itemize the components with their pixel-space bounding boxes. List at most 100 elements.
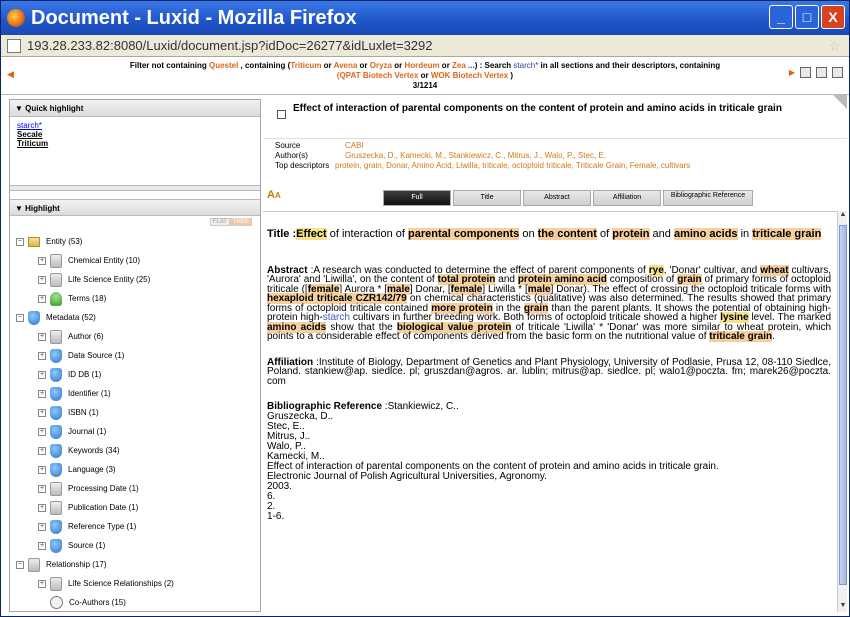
expand-icon[interactable]: + — [38, 332, 46, 341]
tree-item[interactable]: + Identifier (1) — [16, 384, 260, 403]
expand-icon[interactable]: + — [38, 522, 46, 531]
previous-doc-arrow-icon[interactable]: ◀ — [7, 69, 14, 79]
filter-term: Oryza — [369, 61, 392, 70]
green-category-icon — [50, 291, 62, 306]
next-doc-arrow-icon[interactable]: ▶ — [789, 68, 795, 78]
select-document-checkbox[interactable] — [277, 110, 286, 119]
quick-highlight-item[interactable]: Triticum — [17, 139, 253, 148]
address-url[interactable]: 193.28.233.82:8080/Luxid/document.jsp?id… — [27, 38, 433, 53]
expand-icon[interactable]: + — [38, 256, 46, 265]
quick-highlight-item[interactable]: starch* — [17, 121, 253, 130]
highlight-view-toggle: FLAT TREE — [10, 216, 260, 230]
highlight-tree: − Entity (53) + Chemical Entity (10) + Life S… — [10, 230, 260, 612]
tree-item-label: Data Source (1) — [68, 350, 125, 360]
tree-item[interactable]: + Life Science Entity (25) — [16, 270, 260, 289]
tree-item-label: Life Science Entity (25) — [68, 274, 151, 284]
expand-icon[interactable]: + — [38, 351, 46, 360]
grey-category-icon — [50, 272, 62, 287]
scrollbar-thumb[interactable] — [839, 225, 847, 585]
tree-item-label: Source (1) — [68, 540, 106, 550]
close-button[interactable]: X — [821, 5, 845, 29]
bookmark-star-icon[interactable]: ☆ — [828, 38, 841, 55]
expand-icon[interactable]: + — [38, 427, 46, 436]
tree-item[interactable]: + Reference Type (1) — [16, 517, 260, 536]
tree-item[interactable]: + Terms (18) — [16, 289, 260, 308]
expand-icon[interactable]: + — [38, 541, 46, 550]
scroll-up-icon[interactable]: ▲ — [838, 211, 848, 221]
expand-icon[interactable]: + — [38, 465, 46, 474]
tree-item-label: Chemical Entity (10) — [68, 255, 141, 265]
tree-item[interactable]: + Data Source (1) — [16, 346, 260, 365]
content-scrollbar[interactable]: ▲ ▼ — [837, 211, 847, 612]
tree-item[interactable]: − Relationship (17) — [16, 555, 260, 574]
expand-icon[interactable]: + — [38, 579, 46, 588]
document-metadata: Source CABI Author(s) Gruszecka, D., Kamec… — [275, 141, 690, 171]
title-text: of interaction of — [326, 228, 409, 240]
export-icon[interactable] — [800, 67, 811, 78]
collapse-icon[interactable]: − — [16, 560, 24, 569]
highlight-header[interactable]: ▼ Highlight — [10, 199, 260, 216]
blue-category-icon — [50, 538, 62, 553]
expand-icon[interactable]: + — [38, 484, 46, 493]
minimize-button[interactable]: _ — [769, 5, 793, 29]
highlight-term: the content — [537, 228, 597, 240]
tree-item[interactable]: + Life Science Relationships (2) — [16, 574, 260, 593]
expand-icon[interactable]: + — [38, 275, 46, 284]
tab-title[interactable]: Title — [453, 190, 521, 206]
tab-affiliation[interactable]: Affiliation — [593, 190, 661, 206]
tree-item[interactable]: + Journal (1) — [16, 422, 260, 441]
ring-category-icon — [50, 596, 63, 609]
tab-bibliographic-reference[interactable]: Bibliographic Reference — [663, 190, 753, 206]
flat-view-button[interactable]: FLAT — [209, 218, 230, 226]
tree-item[interactable]: − Entity (53) — [16, 232, 260, 251]
expand-icon[interactable]: + — [38, 370, 46, 379]
tree-item[interactable]: + Source (1) — [16, 536, 260, 555]
filter-source: (QPAT Biotech Vertex — [336, 71, 419, 80]
tree-item[interactable]: + Processing Date (1) — [16, 479, 260, 498]
tree-item[interactable]: + Publication Date (1) — [16, 498, 260, 517]
tree-item-label: Relationship (17) — [46, 559, 107, 569]
title-text: of — [596, 228, 613, 240]
collapse-icon[interactable]: − — [16, 313, 24, 322]
tree-view-button[interactable]: TREE — [229, 218, 252, 226]
tree-item[interactable]: + Chemical Entity (10) — [16, 251, 260, 270]
document-panel: Effect of interaction of parental compon… — [263, 95, 847, 612]
quick-highlight-header[interactable]: ▼ Quick highlight — [10, 100, 260, 117]
tree-item[interactable]: − Metadata (52) — [16, 308, 260, 327]
bib-line: 6. — [267, 491, 276, 502]
search-label: Search — [484, 61, 512, 70]
blue-category-icon — [28, 310, 40, 325]
tree-item[interactable]: + Author (6) — [16, 327, 260, 346]
tree-item[interactable]: Co-Authors (15) — [16, 593, 260, 612]
tree-item[interactable]: + Keywords (34) — [16, 441, 260, 460]
tree-item[interactable]: + ID DB (1) — [16, 365, 260, 384]
tree-item-label: Reference Type (1) — [68, 521, 137, 531]
tab-full[interactable]: Full — [383, 190, 451, 206]
maximize-button[interactable]: □ — [795, 5, 819, 29]
quick-highlight-item[interactable]: Secale — [17, 130, 253, 139]
expand-icon[interactable]: + — [38, 503, 46, 512]
expand-icon[interactable]: + — [38, 446, 46, 455]
expand-icon[interactable]: + — [38, 294, 46, 303]
document-title: Effect of interaction of parental compon… — [293, 103, 782, 114]
document-counter: 3/1214 — [412, 81, 438, 90]
tree-item[interactable]: + Language (3) — [16, 460, 260, 479]
scroll-down-icon[interactable]: ▼ — [838, 602, 848, 612]
collapse-icon[interactable]: − — [16, 237, 24, 246]
tree-item-label: Terms (18) — [68, 293, 107, 303]
affiliation-text: :Institute of Biology, Department of Gen… — [267, 356, 831, 387]
abstract-section: Abstract :A research was conducted to de… — [267, 264, 831, 342]
title-label: Title : — [267, 228, 297, 240]
tree-item[interactable]: + ISBN (1) — [16, 403, 260, 422]
print-icon[interactable] — [832, 67, 843, 78]
address-bar[interactable]: 193.28.233.82:8080/Luxid/document.jsp?id… — [1, 35, 849, 57]
font-size-increase-icon[interactable]: AA — [267, 189, 281, 201]
save-icon[interactable] — [816, 67, 827, 78]
panel-divider[interactable] — [10, 185, 260, 191]
filter-more-link[interactable]: ... — [466, 61, 475, 70]
grey-category-icon — [50, 329, 62, 344]
expand-icon[interactable]: + — [38, 408, 46, 417]
blue-category-icon — [50, 443, 62, 458]
tab-abstract[interactable]: Abstract — [523, 190, 591, 206]
expand-icon[interactable]: + — [38, 389, 46, 398]
